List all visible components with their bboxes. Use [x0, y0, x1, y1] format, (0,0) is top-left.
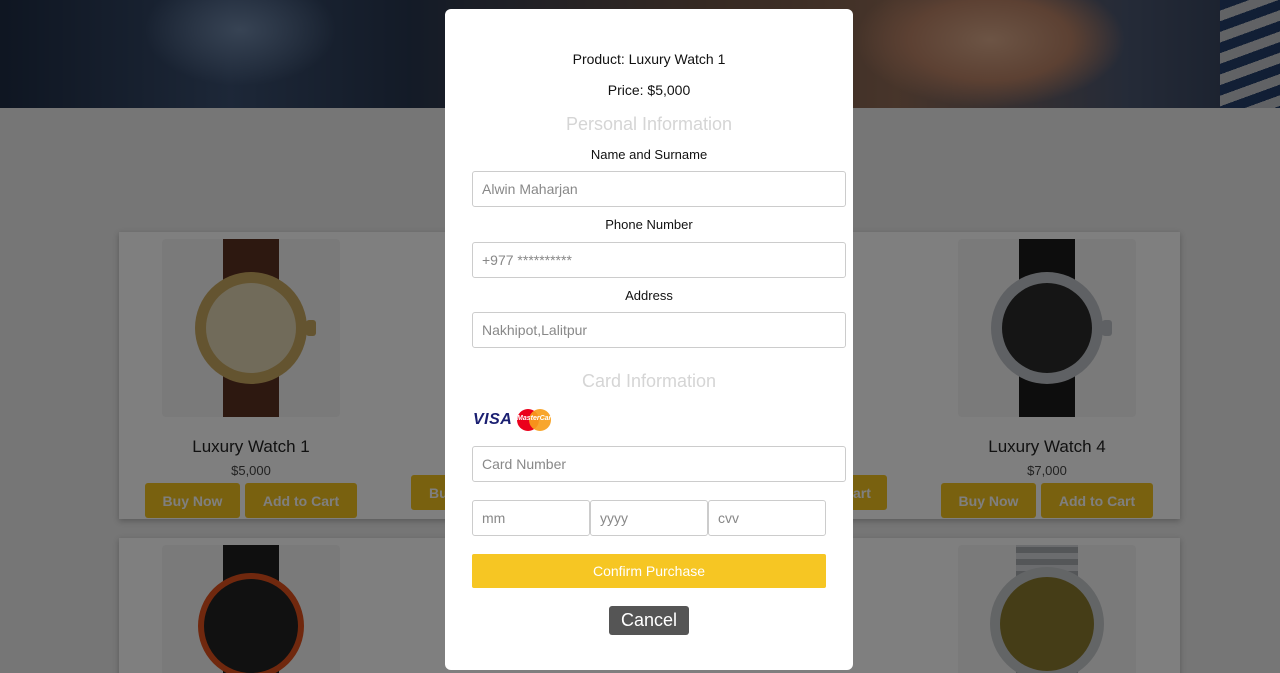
- card-number-field[interactable]: [472, 446, 846, 482]
- address-field[interactable]: [472, 312, 846, 348]
- price-line: Price: $5,000: [607, 82, 691, 98]
- visa-logo: VISA: [473, 411, 513, 428]
- address-label: Address: [625, 288, 673, 303]
- mastercard-logo: MasterCard: [517, 409, 556, 431]
- expiry-month-field[interactable]: [472, 500, 590, 536]
- product-line: Product: Luxury Watch 1: [572, 51, 726, 67]
- expiry-year-field[interactable]: [590, 500, 708, 536]
- confirm-purchase-button[interactable]: Confirm Purchase: [472, 554, 826, 588]
- name-label: Name and Surname: [590, 147, 708, 162]
- phone-label: Phone Number: [605, 217, 693, 232]
- name-field[interactable]: [472, 171, 846, 207]
- purchase-modal: Product: Luxury Watch 1 Price: $5,000 Pe…: [445, 9, 853, 670]
- cancel-button[interactable]: Cancel: [609, 606, 689, 635]
- personal-info-heading: Personal Information: [565, 114, 733, 134]
- cvv-field[interactable]: [708, 500, 826, 536]
- phone-field[interactable]: [472, 242, 846, 278]
- card-info-heading: Card Information: [581, 371, 717, 391]
